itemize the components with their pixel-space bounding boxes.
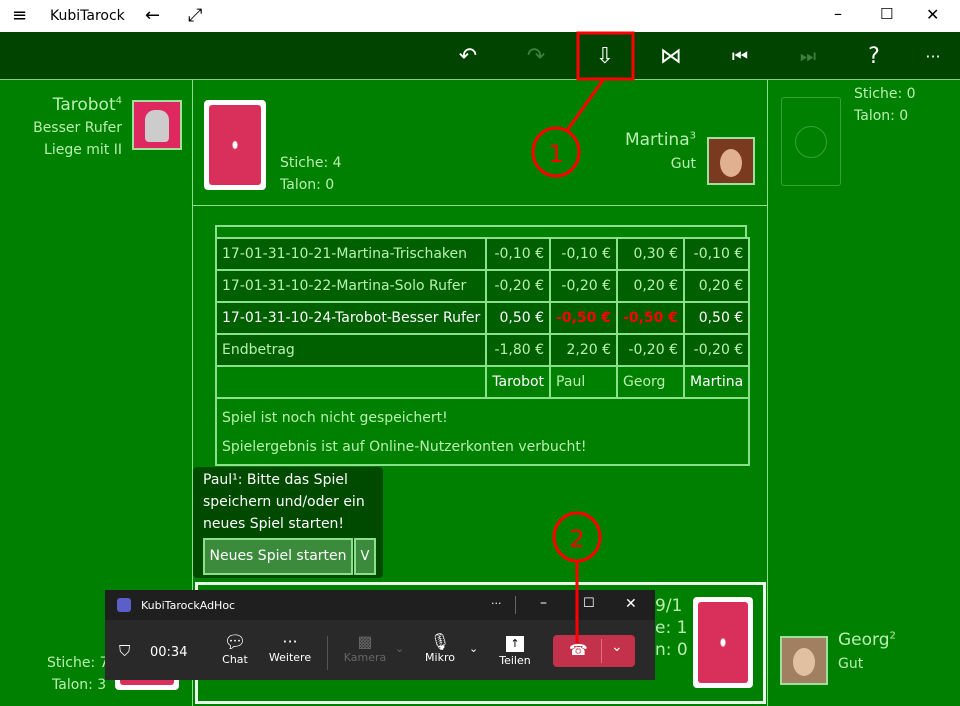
annotation-layer: 1 2 xyxy=(531,31,635,643)
highlight-box xyxy=(576,31,635,81)
annotation-label-2: 2 xyxy=(569,525,584,553)
annotation-label-1: 1 xyxy=(548,140,563,168)
annotation-line xyxy=(564,79,605,133)
